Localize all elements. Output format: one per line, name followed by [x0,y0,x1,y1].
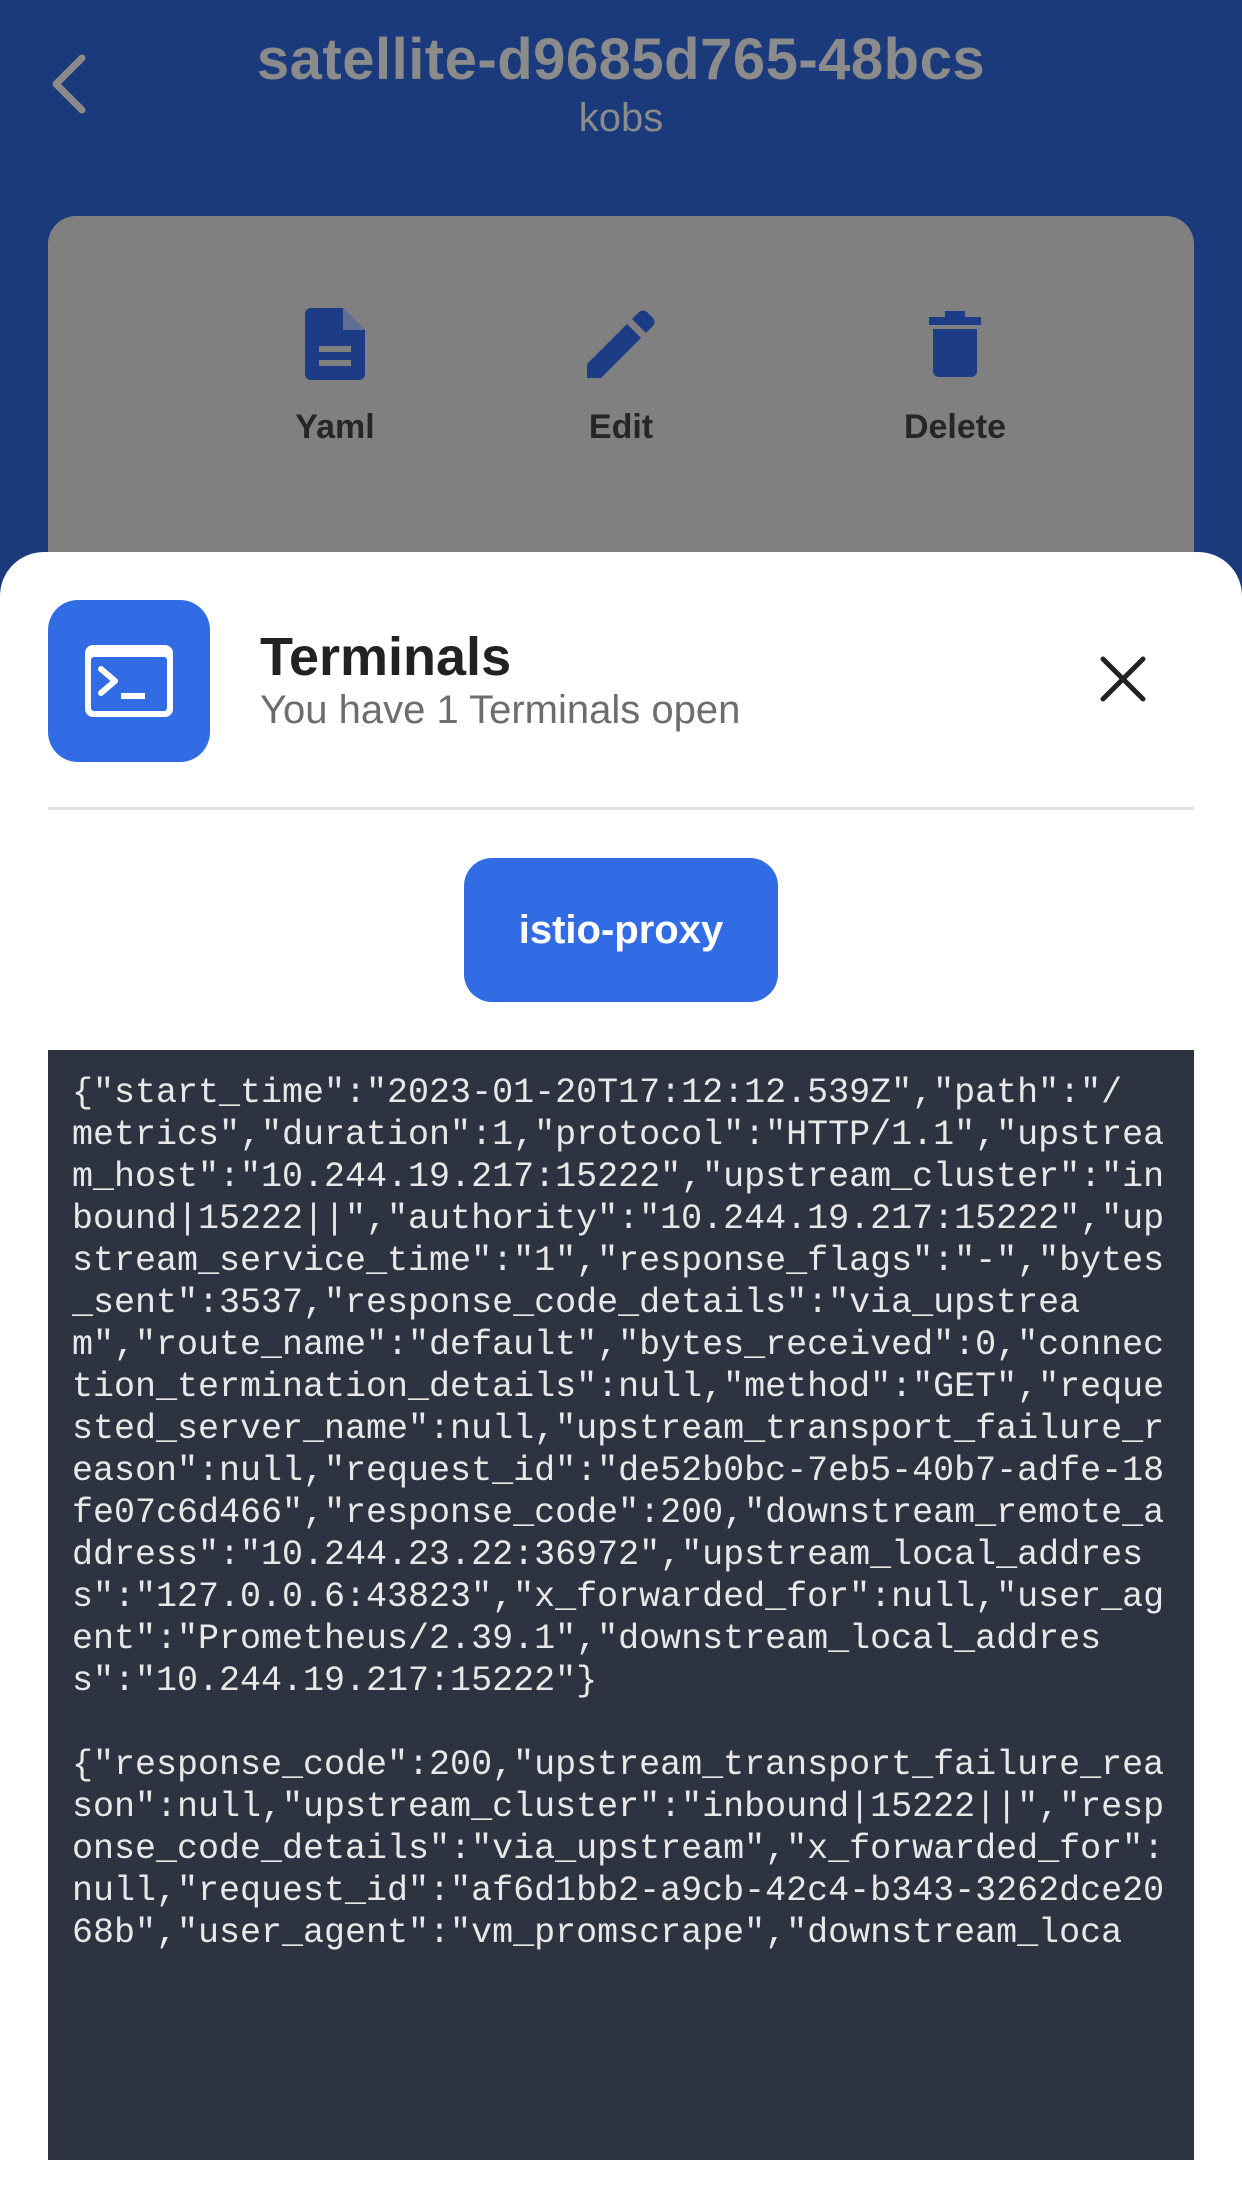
sheet-subtitle: You have 1 Terminals open [260,688,741,732]
edit-label: Edit [588,408,654,446]
edit-button[interactable]: Edit [501,308,741,447]
log-entry: {"start_time":"2023-01-20T17:12:12.539Z"… [72,1073,1165,1701]
terminals-sheet: Terminals You have 1 Terminals open isti… [0,552,1242,2208]
page-subtitle: kobs [578,96,664,140]
terminal-output[interactable]: {"start_time":"2023-01-20T17:12:12.539Z"… [48,1050,1194,2160]
document-icon [299,308,371,380]
log-gap [72,1702,1170,1744]
yaml-button[interactable]: Yaml [215,308,455,447]
sheet-header: Terminals You have 1 Terminals open [0,552,1242,808]
divider [48,807,1194,810]
close-icon [1100,656,1146,702]
close-button[interactable] [1090,646,1156,712]
terminal-icon [48,600,210,762]
pencil-icon [585,308,657,380]
delete-button[interactable]: Delete [835,308,1075,447]
log-entry: {"response_code":200,"upstream_transport… [72,1745,1165,1953]
page-header: satellite-d9685d765-48bcs kobs [0,0,1242,190]
trash-icon [919,308,991,380]
container-tab-istio-proxy[interactable]: istio-proxy [464,858,778,1002]
sheet-title: Terminals [260,627,512,687]
terminal-log: {"start_time":"2023-01-20T17:12:12.539Z"… [48,1050,1194,1954]
yaml-label: Yaml [295,408,375,446]
page-title: satellite-d9685d765-48bcs [256,27,986,92]
delete-label: Delete [903,408,1007,446]
